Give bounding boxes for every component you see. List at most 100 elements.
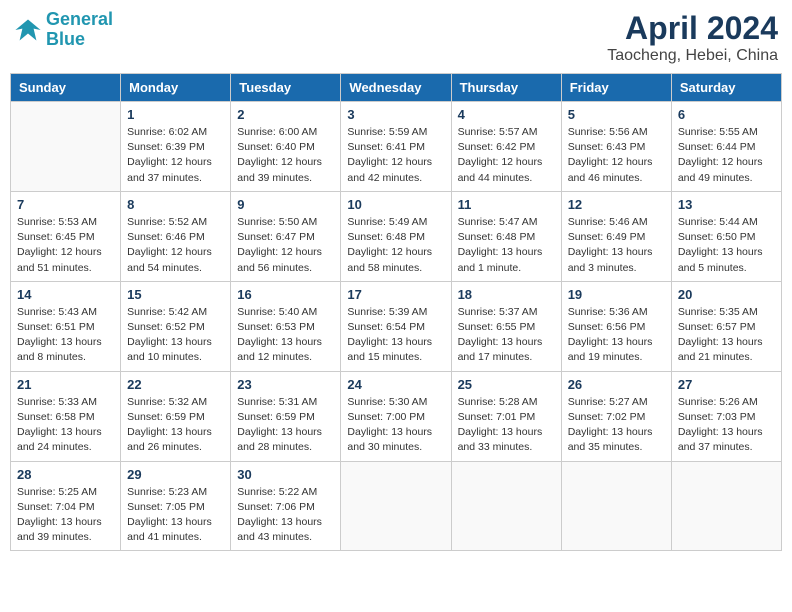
calendar-cell: 5 Sunrise: 5:56 AM Sunset: 6:43 PM Daylig… xyxy=(561,102,671,192)
calendar-cell: 9 Sunrise: 5:50 AM Sunset: 6:47 PM Daylig… xyxy=(231,191,341,281)
day-info: Sunrise: 5:25 AM Sunset: 7:04 PM Dayligh… xyxy=(17,485,114,546)
calendar-cell: 7 Sunrise: 5:53 AM Sunset: 6:45 PM Daylig… xyxy=(11,191,121,281)
day-info: Sunrise: 5:53 AM Sunset: 6:45 PM Dayligh… xyxy=(17,215,114,276)
calendar-cell xyxy=(561,461,671,551)
day-info: Sunrise: 5:32 AM Sunset: 6:59 PM Dayligh… xyxy=(127,395,224,456)
calendar-cell: 24Sunrise: 5:30 AM Sunset: 7:00 PM Dayli… xyxy=(341,371,451,461)
day-number: 18 xyxy=(458,287,555,302)
calendar-cell: 26 Sunrise: 5:27 AM Sunset: 7:02 PM Dayli… xyxy=(561,371,671,461)
day-number: 16 xyxy=(237,287,334,302)
calendar-cell: 25 Sunrise: 5:28 AM Sunset: 7:01 PM Dayli… xyxy=(451,371,561,461)
weekday-header: Thursday xyxy=(451,74,561,102)
weekday-header: Wednesday xyxy=(341,74,451,102)
day-info: Sunrise: 5:35 AM Sunset: 6:57 PM Dayligh… xyxy=(678,305,775,366)
weekday-header: Monday xyxy=(121,74,231,102)
day-info: Sunrise: 5:49 AM Sunset: 6:48 PM Dayligh… xyxy=(347,215,444,276)
calendar-cell: 21 Sunrise: 5:33 AM Sunset: 6:58 PM Dayli… xyxy=(11,371,121,461)
main-title: April 2024 xyxy=(607,10,778,47)
day-info: Sunrise: 5:57 AM Sunset: 6:42 PM Dayligh… xyxy=(458,125,555,186)
calendar-cell: 19 Sunrise: 5:36 AM Sunset: 6:56 PM Dayli… xyxy=(561,281,671,371)
title-block: April 2024 Taocheng, Hebei, China xyxy=(607,10,778,65)
day-info: Sunrise: 5:40 AM Sunset: 6:53 PM Dayligh… xyxy=(237,305,334,366)
calendar-cell xyxy=(341,461,451,551)
day-info: Sunrise: 5:36 AM Sunset: 6:56 PM Dayligh… xyxy=(568,305,665,366)
day-number: 17 xyxy=(347,287,444,302)
day-info: Sunrise: 5:31 AM Sunset: 6:59 PM Dayligh… xyxy=(237,395,334,456)
day-info: Sunrise: 6:02 AM Sunset: 6:39 PM Dayligh… xyxy=(127,125,224,186)
calendar-cell: 13Sunrise: 5:44 AM Sunset: 6:50 PM Dayli… xyxy=(671,191,781,281)
calendar-cell: 8 Sunrise: 5:52 AM Sunset: 6:46 PM Daylig… xyxy=(121,191,231,281)
calendar-cell: 1 Sunrise: 6:02 AM Sunset: 6:39 PM Daylig… xyxy=(121,102,231,192)
calendar-cell xyxy=(451,461,561,551)
day-number: 14 xyxy=(17,287,114,302)
day-number: 10 xyxy=(347,197,444,212)
day-number: 5 xyxy=(568,107,665,122)
day-number: 25 xyxy=(458,377,555,392)
day-number: 29 xyxy=(127,467,224,482)
calendar-header-row: SundayMondayTuesdayWednesdayThursdayFrid… xyxy=(11,74,782,102)
day-info: Sunrise: 5:28 AM Sunset: 7:01 PM Dayligh… xyxy=(458,395,555,456)
logo: General Blue xyxy=(14,10,113,50)
calendar-cell: 10 Sunrise: 5:49 AM Sunset: 6:48 PM Dayli… xyxy=(341,191,451,281)
day-info: Sunrise: 5:55 AM Sunset: 6:44 PM Dayligh… xyxy=(678,125,775,186)
calendar-cell: 4 Sunrise: 5:57 AM Sunset: 6:42 PM Daylig… xyxy=(451,102,561,192)
day-number: 4 xyxy=(458,107,555,122)
calendar-cell: 12 Sunrise: 5:46 AM Sunset: 6:49 PM Dayli… xyxy=(561,191,671,281)
logo-text: General Blue xyxy=(46,10,113,50)
day-info: Sunrise: 5:37 AM Sunset: 6:55 PM Dayligh… xyxy=(458,305,555,366)
calendar-cell: 27 Sunrise: 5:26 AM Sunset: 7:03 PM Dayli… xyxy=(671,371,781,461)
day-number: 11 xyxy=(458,197,555,212)
day-info: Sunrise: 5:47 AM Sunset: 6:48 PM Dayligh… xyxy=(458,215,555,276)
day-info: Sunrise: 5:59 AM Sunset: 6:41 PM Dayligh… xyxy=(347,125,444,186)
weekday-header: Tuesday xyxy=(231,74,341,102)
calendar-cell: 17 Sunrise: 5:39 AM Sunset: 6:54 PM Dayli… xyxy=(341,281,451,371)
day-info: Sunrise: 5:43 AM Sunset: 6:51 PM Dayligh… xyxy=(17,305,114,366)
calendar-cell: 30Sunrise: 5:22 AM Sunset: 7:06 PM Dayli… xyxy=(231,461,341,551)
day-number: 9 xyxy=(237,197,334,212)
day-number: 6 xyxy=(678,107,775,122)
day-number: 1 xyxy=(127,107,224,122)
day-info: Sunrise: 5:27 AM Sunset: 7:02 PM Dayligh… xyxy=(568,395,665,456)
day-info: Sunrise: 5:46 AM Sunset: 6:49 PM Dayligh… xyxy=(568,215,665,276)
day-number: 23 xyxy=(237,377,334,392)
calendar-cell: 16 Sunrise: 5:40 AM Sunset: 6:53 PM Dayli… xyxy=(231,281,341,371)
day-info: Sunrise: 6:00 AM Sunset: 6:40 PM Dayligh… xyxy=(237,125,334,186)
calendar-cell: 28Sunrise: 5:25 AM Sunset: 7:04 PM Dayli… xyxy=(11,461,121,551)
day-number: 19 xyxy=(568,287,665,302)
calendar-cell: 15Sunrise: 5:42 AM Sunset: 6:52 PM Dayli… xyxy=(121,281,231,371)
day-number: 26 xyxy=(568,377,665,392)
day-number: 24 xyxy=(347,377,444,392)
day-info: Sunrise: 5:52 AM Sunset: 6:46 PM Dayligh… xyxy=(127,215,224,276)
weekday-header: Sunday xyxy=(11,74,121,102)
logo-icon xyxy=(14,16,42,44)
calendar-cell: 18 Sunrise: 5:37 AM Sunset: 6:55 PM Dayli… xyxy=(451,281,561,371)
day-number: 15 xyxy=(127,287,224,302)
calendar-week-row: 7 Sunrise: 5:53 AM Sunset: 6:45 PM Daylig… xyxy=(11,191,782,281)
day-number: 27 xyxy=(678,377,775,392)
calendar-cell: 2 Sunrise: 6:00 AM Sunset: 6:40 PM Daylig… xyxy=(231,102,341,192)
day-number: 7 xyxy=(17,197,114,212)
day-number: 3 xyxy=(347,107,444,122)
calendar-week-row: 28Sunrise: 5:25 AM Sunset: 7:04 PM Dayli… xyxy=(11,461,782,551)
calendar-cell xyxy=(11,102,121,192)
day-info: Sunrise: 5:33 AM Sunset: 6:58 PM Dayligh… xyxy=(17,395,114,456)
day-info: Sunrise: 5:26 AM Sunset: 7:03 PM Dayligh… xyxy=(678,395,775,456)
day-info: Sunrise: 5:50 AM Sunset: 6:47 PM Dayligh… xyxy=(237,215,334,276)
day-number: 22 xyxy=(127,377,224,392)
calendar-week-row: 1 Sunrise: 6:02 AM Sunset: 6:39 PM Daylig… xyxy=(11,102,782,192)
calendar-cell: 11 Sunrise: 5:47 AM Sunset: 6:48 PM Dayli… xyxy=(451,191,561,281)
calendar-table: SundayMondayTuesdayWednesdayThursdayFrid… xyxy=(10,73,782,551)
day-number: 8 xyxy=(127,197,224,212)
day-info: Sunrise: 5:39 AM Sunset: 6:54 PM Dayligh… xyxy=(347,305,444,366)
day-number: 12 xyxy=(568,197,665,212)
weekday-header: Saturday xyxy=(671,74,781,102)
day-number: 21 xyxy=(17,377,114,392)
day-number: 2 xyxy=(237,107,334,122)
calendar-cell: 14 Sunrise: 5:43 AM Sunset: 6:51 PM Dayli… xyxy=(11,281,121,371)
calendar-week-row: 14 Sunrise: 5:43 AM Sunset: 6:51 PM Dayli… xyxy=(11,281,782,371)
day-number: 30 xyxy=(237,467,334,482)
day-info: Sunrise: 5:56 AM Sunset: 6:43 PM Dayligh… xyxy=(568,125,665,186)
calendar-cell: 22 Sunrise: 5:32 AM Sunset: 6:59 PM Dayli… xyxy=(121,371,231,461)
calendar-week-row: 21 Sunrise: 5:33 AM Sunset: 6:58 PM Dayli… xyxy=(11,371,782,461)
calendar-cell: 23 Sunrise: 5:31 AM Sunset: 6:59 PM Dayli… xyxy=(231,371,341,461)
